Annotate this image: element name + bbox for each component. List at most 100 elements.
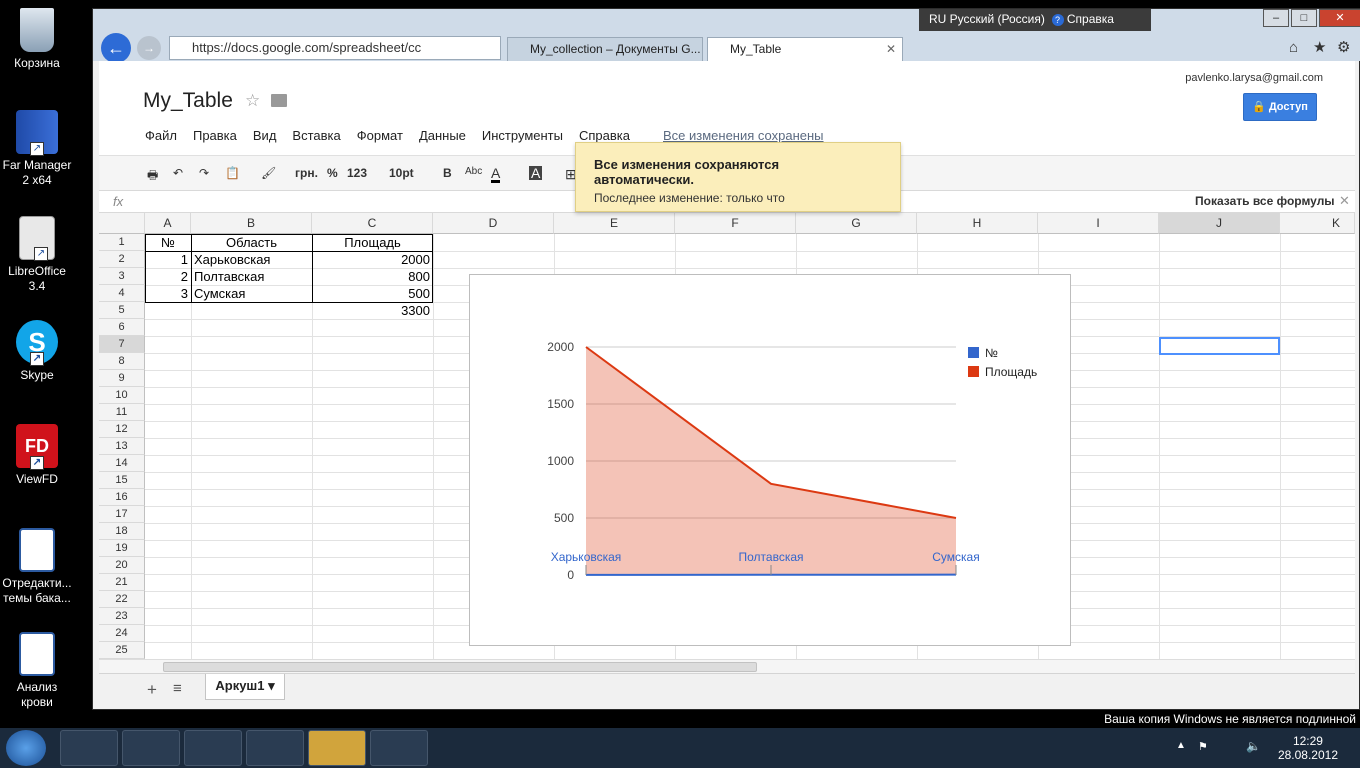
sheet-tab[interactable]: Аркуш1 ▾ xyxy=(205,674,285,700)
row-header[interactable]: 4 xyxy=(99,285,145,302)
folder-icon[interactable] xyxy=(271,94,287,107)
share-button[interactable]: 🔒 Доступ xyxy=(1243,93,1317,121)
row-header[interactable]: 6 xyxy=(99,319,145,336)
favorites-icon[interactable]: ★ xyxy=(1313,38,1326,56)
document-title[interactable]: My_Table xyxy=(143,89,233,113)
table-cell[interactable]: Площадь xyxy=(312,234,433,251)
number-format-button[interactable]: 123 xyxy=(347,166,367,180)
table-cell[interactable]: Сумская xyxy=(191,285,312,302)
close-tab-icon[interactable]: ✕ xyxy=(886,38,896,60)
settings-gear-icon[interactable]: ⚙ xyxy=(1337,38,1350,56)
menu-tools[interactable]: Инструменты xyxy=(482,128,563,143)
account-email[interactable]: pavlenko.larysa@gmail.com xyxy=(1185,72,1323,84)
word-icon[interactable] xyxy=(370,730,428,766)
row-header[interactable]: 17 xyxy=(99,506,145,523)
add-sheet-icon[interactable]: + xyxy=(147,680,157,700)
row-header[interactable]: 21 xyxy=(99,574,145,591)
show-formulas-button[interactable]: Показать все формулы xyxy=(1195,194,1335,208)
table-cell[interactable]: Харьковская xyxy=(191,251,312,268)
row-header[interactable]: 18 xyxy=(99,523,145,540)
start-button[interactable] xyxy=(6,730,46,766)
menu-view[interactable]: Вид xyxy=(253,128,277,143)
back-button[interactable]: ← xyxy=(101,33,131,63)
bold-button[interactable]: B xyxy=(443,166,452,180)
close-button[interactable]: ✕ xyxy=(1319,9,1360,27)
text-color-button[interactable]: A xyxy=(491,166,501,183)
row-header[interactable]: 12 xyxy=(99,421,145,438)
language-bar[interactable]: RU Русский (Россия) ? Справка xyxy=(919,9,1151,31)
help-link[interactable]: Справка xyxy=(1067,12,1114,26)
table-cell[interactable]: 500 xyxy=(312,285,433,302)
skype-icon[interactable]: S ↗ Skype xyxy=(0,320,74,383)
font-size-select[interactable]: 10pt xyxy=(389,166,414,180)
column-header[interactable]: E xyxy=(554,213,675,234)
scroll-thumb[interactable] xyxy=(163,662,757,672)
menu-help[interactable]: Справка xyxy=(579,128,630,143)
table-cell[interactable]: Область xyxy=(191,234,312,251)
recycle-bin-icon[interactable]: Корзина xyxy=(0,8,74,71)
selected-cell[interactable] xyxy=(1159,337,1280,355)
total-cell[interactable]: 3300 xyxy=(312,302,433,319)
print-icon[interactable]: 🖶 xyxy=(147,166,158,187)
row-header[interactable]: 22 xyxy=(99,591,145,608)
percent-button[interactable]: % xyxy=(327,166,338,180)
tab-my-table[interactable]: My_Table ✕ xyxy=(707,37,903,61)
libreoffice-icon[interactable]: ↗ LibreOffice 3.4 xyxy=(0,216,74,294)
document-icon[interactable]: Отредакти... темы бака... xyxy=(0,528,74,606)
column-header[interactable]: G xyxy=(796,213,917,234)
explorer-icon[interactable] xyxy=(122,730,180,766)
row-header[interactable]: 11 xyxy=(99,404,145,421)
clock[interactable]: 12:29 28.08.2012 xyxy=(1278,734,1338,762)
column-header[interactable]: B xyxy=(191,213,312,234)
menu-data[interactable]: Данные xyxy=(419,128,466,143)
column-header[interactable]: C xyxy=(312,213,433,234)
table-cell[interactable]: 3 xyxy=(145,285,191,302)
row-header[interactable]: 10 xyxy=(99,387,145,404)
viewfd-icon[interactable]: FD ↗ ViewFD xyxy=(0,424,74,487)
row-header[interactable]: 7 xyxy=(99,336,145,353)
home-icon[interactable]: ⌂ xyxy=(1289,39,1298,56)
acrobat-icon[interactable] xyxy=(246,730,304,766)
tab-my-collection[interactable]: My_collection – Документы G... xyxy=(507,37,703,61)
flag-icon[interactable]: ⚑ xyxy=(1198,740,1208,753)
table-cell[interactable]: 2000 xyxy=(312,251,433,268)
address-bar[interactable]: https://docs.google.com/spreadsheet/cc xyxy=(169,36,501,60)
row-header[interactable]: 20 xyxy=(99,557,145,574)
column-header[interactable]: D xyxy=(433,213,554,234)
save-status[interactable]: Все изменения сохранены xyxy=(663,128,824,143)
row-header[interactable]: 16 xyxy=(99,489,145,506)
menu-insert[interactable]: Вставка xyxy=(292,128,340,143)
redo-icon[interactable]: ↷ xyxy=(199,166,209,180)
column-header[interactable]: K xyxy=(1280,213,1355,234)
warning-icon[interactable] xyxy=(308,730,366,766)
document-icon[interactable]: Анализ крови xyxy=(0,632,74,710)
table-cell[interactable]: № xyxy=(145,234,191,251)
corner-cell[interactable] xyxy=(99,213,145,234)
forward-button[interactable]: → xyxy=(137,36,161,60)
row-header[interactable]: 3 xyxy=(99,268,145,285)
table-cell[interactable]: 800 xyxy=(312,268,433,285)
row-header[interactable]: 13 xyxy=(99,438,145,455)
close-icon[interactable]: ✕ xyxy=(1339,193,1350,209)
table-cell[interactable]: 1 xyxy=(145,251,191,268)
horizontal-scrollbar[interactable] xyxy=(99,659,1355,673)
column-header[interactable]: F xyxy=(675,213,796,234)
sheet-list-icon[interactable]: ≡ xyxy=(173,680,182,697)
paste-format-icon[interactable]: 📋 xyxy=(225,166,240,180)
row-header[interactable]: 1 xyxy=(99,234,145,251)
ie-icon[interactable] xyxy=(60,730,118,766)
row-header[interactable]: 2 xyxy=(99,251,145,268)
star-icon[interactable]: ☆ xyxy=(245,91,260,111)
row-header[interactable]: 19 xyxy=(99,540,145,557)
row-header[interactable]: 14 xyxy=(99,455,145,472)
column-header[interactable]: H xyxy=(917,213,1038,234)
fill-color-button[interactable]: A xyxy=(529,166,543,180)
media-player-icon[interactable] xyxy=(184,730,242,766)
tray-expand-icon[interactable]: ▲ xyxy=(1176,740,1186,751)
far-manager-icon[interactable]: ↗ Far Manager 2 x64 xyxy=(0,110,74,188)
menu-edit[interactable]: Правка xyxy=(193,128,237,143)
row-header[interactable]: 5 xyxy=(99,302,145,319)
table-cell[interactable]: 2 xyxy=(145,268,191,285)
table-cell[interactable]: Полтавская xyxy=(191,268,312,285)
row-header[interactable]: 23 xyxy=(99,608,145,625)
